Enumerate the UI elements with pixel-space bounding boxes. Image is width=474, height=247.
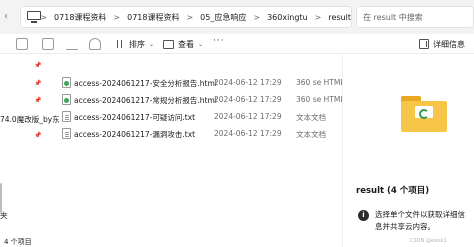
navigation-pane: 📌 📌 📌 74.0魔改版_by东 📌 夹 xyxy=(0,55,60,247)
copy-icon[interactable] xyxy=(16,38,28,50)
paste-icon[interactable] xyxy=(42,38,54,50)
sort-button[interactable]: 排序 ⌄ xyxy=(115,37,154,51)
breadcrumb-item[interactable]: 05_应急响应 xyxy=(200,12,246,23)
back-nav-icon[interactable]: ‹ xyxy=(4,8,14,26)
file-date: 2024-06-12 17:29 xyxy=(214,78,282,87)
breadcrumb-current[interactable]: result xyxy=(328,13,351,22)
pin-icon[interactable]: 📌 xyxy=(34,132,41,139)
file-row[interactable]: access-2024061217-可疑访问.txt 2024-06-12 17… xyxy=(56,111,342,123)
file-type: 360 se HTML Do xyxy=(296,78,342,87)
details-pane: result (4 个项目) i 选择单个文件以获取详细信息并共享云内容。 xyxy=(342,55,474,247)
file-list: access-2024061217-安全分析报告.html 2024-06-12… xyxy=(46,55,342,247)
command-toolbar: 排序 ⌄ 查看 ⌄ ··· 详细信息 xyxy=(0,34,474,54)
file-date: 2024-06-12 17:29 xyxy=(214,129,282,138)
details-button[interactable]: 详细信息 xyxy=(419,37,465,51)
breadcrumb-separator: > xyxy=(253,12,261,22)
address-bar[interactable]: > 0718课程资料 > 0718课程资料 > 05_应急响应 > 360xin… xyxy=(20,6,352,28)
breadcrumb-separator: > xyxy=(186,12,194,22)
breadcrumb-item[interactable]: 360xingtu xyxy=(267,13,308,22)
file-date: 2024-06-12 17:29 xyxy=(214,95,282,104)
pin-icon[interactable]: 📌 xyxy=(34,80,41,87)
file-name: access-2024061217-可疑访问.txt xyxy=(74,113,196,122)
status-bar: 4 个项目 xyxy=(0,237,342,247)
pin-icon[interactable]: 📌 xyxy=(34,62,41,69)
search-input[interactable]: 在 result 中搜索 xyxy=(356,6,474,28)
more-options-button[interactable]: ··· xyxy=(213,36,225,46)
details-pane-icon xyxy=(419,39,429,49)
folder-icon xyxy=(401,96,447,132)
view-icon xyxy=(163,39,174,49)
sidebar-item[interactable]: 夹 xyxy=(0,210,8,221)
text-file-icon xyxy=(62,111,71,122)
file-type: 360 se HTML Do xyxy=(296,95,342,104)
address-row: ‹ > 0718课程资料 > 0718课程资料 > 05_应急响应 > 360x… xyxy=(0,0,474,34)
breadcrumb-separator: > xyxy=(314,12,322,22)
sort-icon xyxy=(115,39,125,49)
file-row[interactable]: access-2024061217-安全分析报告.html 2024-06-12… xyxy=(56,77,342,89)
details-title: result (4 个项目) xyxy=(356,186,430,196)
file-row[interactable]: access-2024061217-漏洞攻击.txt 2024-06-12 17… xyxy=(56,128,342,140)
view-button[interactable]: 查看 ⌄ xyxy=(163,37,203,51)
info-icon: i xyxy=(358,210,369,221)
file-name: access-2024061217-常规分析报告.html xyxy=(74,96,217,105)
search-placeholder: 在 result 中搜索 xyxy=(363,13,423,22)
computer-icon[interactable] xyxy=(27,11,41,23)
breadcrumb-separator: > xyxy=(40,12,48,22)
scrollbar-thumb[interactable] xyxy=(0,183,2,213)
file-type: 文本文档 xyxy=(296,113,326,122)
sort-label: 排序 xyxy=(129,39,145,49)
file-name: access-2024061217-安全分析报告.html xyxy=(74,79,217,88)
html-file-icon xyxy=(62,94,71,105)
breadcrumb-separator: > xyxy=(113,12,121,22)
breadcrumb-item[interactable]: 0718课程资料 xyxy=(127,12,179,23)
file-date: 2024-06-12 17:29 xyxy=(214,112,282,121)
view-label: 查看 xyxy=(178,39,194,49)
rename-icon[interactable] xyxy=(66,38,78,50)
file-type: 文本文档 xyxy=(296,130,326,139)
item-count: 4 个项目 xyxy=(4,238,32,246)
pin-icon[interactable]: 📌 xyxy=(34,97,41,104)
details-label: 详细信息 xyxy=(433,39,465,49)
details-hint: 选择单个文件以获取详细信息并共享云内容。 xyxy=(375,210,465,231)
file-name: access-2024061217-漏洞攻击.txt xyxy=(74,130,196,139)
watermark: CSDN @ewsk1 xyxy=(410,238,447,244)
chevron-down-icon: ⌄ xyxy=(198,40,204,48)
html-file-icon xyxy=(62,77,71,88)
chevron-down-icon: ⌄ xyxy=(149,40,155,48)
file-row[interactable]: access-2024061217-常规分析报告.html 2024-06-12… xyxy=(56,94,342,106)
text-file-icon xyxy=(62,128,71,139)
share-icon[interactable] xyxy=(89,38,101,50)
breadcrumb-item[interactable]: 0718课程资料 xyxy=(54,12,106,23)
